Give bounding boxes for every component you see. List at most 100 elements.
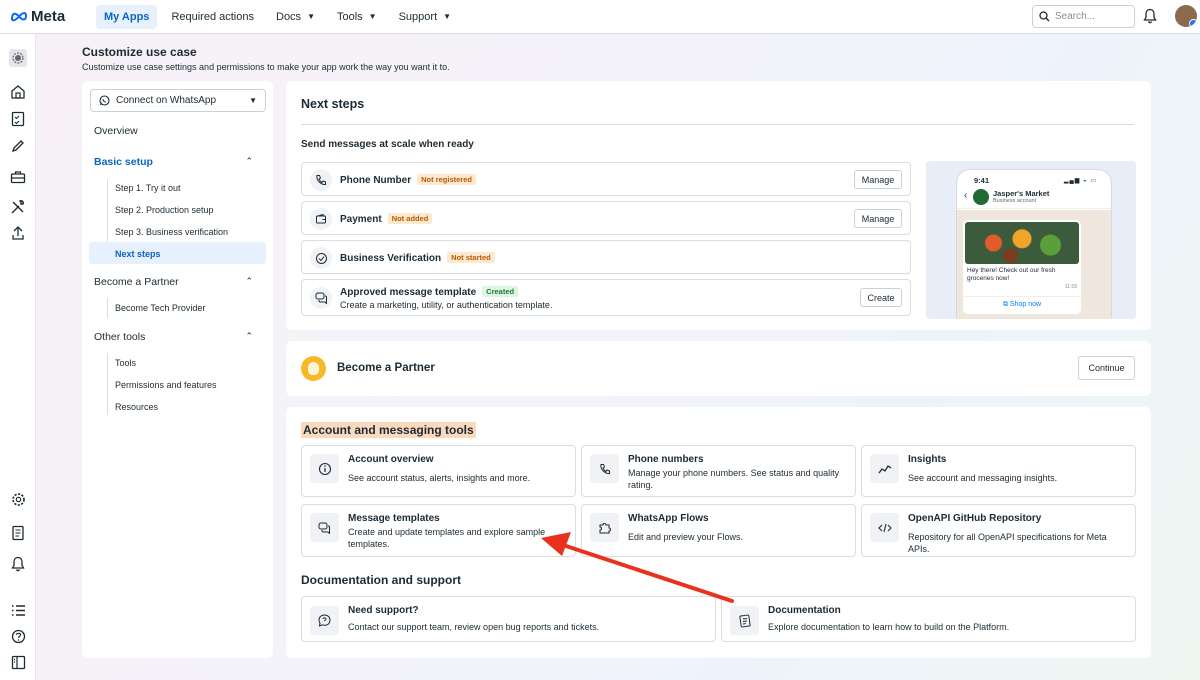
help-icon[interactable]	[9, 627, 27, 645]
tile-title: Phone numbers	[628, 454, 704, 465]
create-template-button[interactable]: Create	[860, 288, 902, 307]
use-case-select-label: Connect on WhatsApp	[116, 95, 217, 106]
nav-required-actions-label: Required actions	[171, 10, 254, 23]
tile-desc: Edit and preview your Flows.	[628, 532, 744, 542]
tile-title: Account overview	[348, 454, 434, 465]
tile-desc: See account status, alerts, insights and…	[348, 473, 531, 483]
sidenav-step-3[interactable]: Step 3. Business verification	[115, 227, 228, 237]
chat-bubbles-icon	[310, 513, 339, 542]
message-templates-tile[interactable]: Message templates Create and update temp…	[301, 504, 576, 557]
trend-icon	[870, 454, 899, 483]
settings-gear-icon[interactable]	[9, 490, 27, 508]
message-template-subtitle: Create a marketing, utility, or authenti…	[340, 300, 553, 310]
caret-down-icon: ▼	[443, 12, 452, 21]
next-steps-card: Next steps Send messages at scale when r…	[286, 81, 1151, 330]
sidenav-overview[interactable]: Overview	[94, 125, 138, 137]
manage-phone-button[interactable]: Manage	[854, 170, 902, 189]
user-avatar[interactable]	[1175, 5, 1197, 27]
business-name: Jasper's Market	[993, 189, 1050, 198]
chevron-up-icon[interactable]: ⌃	[245, 331, 253, 342]
wallet-icon	[310, 208, 332, 230]
tile-title: Insights	[908, 454, 947, 465]
message-template-row: Approved message template Created Create …	[301, 279, 911, 316]
checklist-icon[interactable]	[9, 110, 27, 128]
tile-desc: Create and update templates and explore …	[348, 527, 546, 549]
nav-tools-label: Tools	[336, 10, 363, 23]
nav-tools[interactable]: Tools ▼	[329, 5, 385, 29]
upload-icon[interactable]	[9, 224, 27, 242]
become-partner-title: Become a Partner	[337, 362, 435, 374]
back-arrow-icon: ‹	[964, 190, 968, 201]
send-messages-title: Send messages at scale when ready	[301, 139, 474, 150]
continue-button[interactable]: Continue	[1078, 356, 1135, 380]
payment-title: Payment Not added	[340, 213, 433, 225]
account-tools-card: Account and messaging tools Account over…	[286, 407, 1151, 658]
sidenav-resources[interactable]: Resources	[115, 402, 158, 412]
tile-title: WhatsApp Flows	[628, 513, 709, 524]
divider	[107, 353, 108, 415]
need-support-tile[interactable]: Need support? Contact our support team, …	[301, 596, 716, 642]
nav-docs[interactable]: Docs ▼	[268, 5, 323, 29]
sidenav-basic-setup[interactable]: Basic setup	[94, 156, 153, 168]
payment-row: Payment Not added Manage	[301, 201, 911, 235]
page-title: Customize use case	[82, 45, 197, 59]
page-header: Customize use case Customize use case se…	[82, 45, 450, 72]
notifications-bell-icon[interactable]	[1143, 8, 1157, 27]
phone-time: 9:41	[974, 176, 990, 185]
chat-area: Hey there! Check out our fresh groceries…	[957, 210, 1111, 319]
insights-tile[interactable]: Insights See account and messaging insig…	[861, 445, 1136, 497]
message-bubble: Hey there! Check out our fresh groceries…	[963, 220, 1081, 314]
documentation-tile[interactable]: Documentation Explore documentation to l…	[721, 596, 1136, 642]
nav-required-actions[interactable]: Required actions	[163, 5, 262, 29]
payment-label: Payment	[340, 214, 382, 225]
sidenav-step-2[interactable]: Step 2. Production setup	[115, 205, 214, 215]
whatsapp-flows-tile[interactable]: WhatsApp Flows Edit and preview your Flo…	[581, 504, 856, 557]
sidenav-become-partner[interactable]: Become a Partner	[94, 276, 179, 288]
briefcase-icon[interactable]	[9, 168, 27, 186]
meta-logo[interactable]: Meta	[10, 8, 74, 25]
top-bar: Meta My Apps Required actions Docs ▼ Tool…	[0, 0, 1200, 34]
chevron-up-icon[interactable]: ⌃	[245, 156, 253, 167]
status-badge: Not added	[387, 213, 433, 224]
nav-my-apps-label: My Apps	[104, 10, 150, 23]
sidenav-step-1[interactable]: Step 1. Try it out	[115, 183, 181, 193]
phone-number-title: Phone Number Not registered	[340, 174, 476, 186]
question-bubble-icon	[310, 606, 339, 635]
search-input[interactable]: Search...	[1032, 5, 1135, 28]
panel-toggle-icon[interactable]	[9, 653, 27, 671]
nav-support[interactable]: Support ▼	[391, 5, 459, 29]
openapi-repo-tile[interactable]: OpenAPI GitHub Repository Repository for…	[861, 504, 1136, 557]
message-template-label: Approved message template	[340, 287, 477, 298]
chevron-up-icon[interactable]: ⌃	[245, 276, 253, 287]
search-icon	[1039, 11, 1050, 22]
sidenav-permissions[interactable]: Permissions and features	[115, 380, 217, 390]
sidenav-become-tech-provider[interactable]: Become Tech Provider	[115, 303, 205, 313]
tile-title: Message templates	[348, 513, 440, 524]
phone-number-row: Phone Number Not registered Manage	[301, 162, 911, 196]
divider	[107, 298, 108, 318]
status-badge: Not started	[447, 252, 495, 263]
account-overview-tile[interactable]: Account overview See account status, ale…	[301, 445, 576, 497]
tile-desc: Explore documentation to learn how to bu…	[768, 622, 1010, 632]
sidenav-other-tools[interactable]: Other tools	[94, 331, 145, 343]
tools-icon[interactable]	[9, 198, 27, 216]
chat-bubbles-icon	[310, 287, 332, 309]
sidenav-next-steps[interactable]: Next steps	[115, 249, 161, 259]
caret-down-icon: ▼	[368, 12, 377, 21]
use-case-select[interactable]: Connect on WhatsApp ▼	[90, 89, 266, 112]
list-icon[interactable]	[9, 601, 27, 619]
business-verification-row: Business Verification Not started	[301, 240, 911, 274]
code-icon	[870, 513, 899, 542]
pencil-icon[interactable]	[9, 137, 27, 155]
shop-now-button: ⧉ Shop now	[963, 296, 1081, 312]
nav-my-apps[interactable]: My Apps	[96, 4, 158, 29]
phone-numbers-tile[interactable]: Phone numbers Manage your phone numbers.…	[581, 445, 856, 497]
document-list-icon[interactable]	[9, 524, 27, 542]
tile-desc: Manage your phone numbers. See status an…	[628, 468, 840, 490]
home-icon[interactable]	[9, 83, 27, 101]
signal-battery-icon: ▂▄▆ ◒ ▭	[1063, 178, 1097, 184]
sidenav-tools[interactable]: Tools	[115, 358, 136, 368]
app-gear-icon[interactable]	[9, 49, 27, 67]
manage-payment-button[interactable]: Manage	[854, 209, 902, 228]
bell-icon[interactable]	[9, 555, 27, 573]
